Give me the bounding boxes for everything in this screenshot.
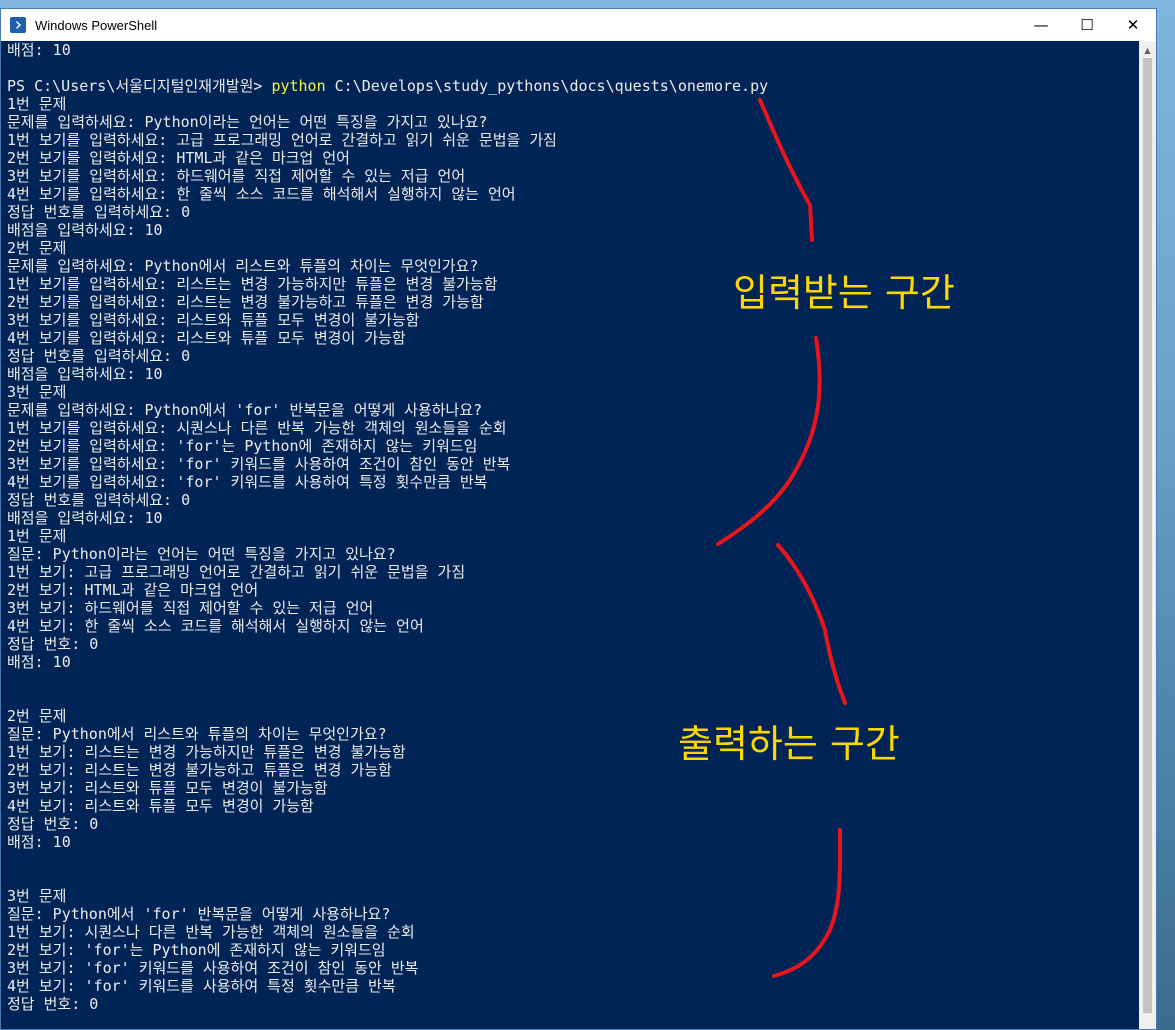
input-section-label: 입력받는 구간 — [733, 271, 955, 315]
powershell-icon — [10, 17, 26, 33]
terminal-line: 배점: 10 — [7, 41, 71, 59]
terminal-line: 1번 보기: 시퀀스나 다른 반복 가능한 객체의 원소들을 순회 — [7, 923, 415, 941]
terminal-line: 2번 보기: HTML과 같은 마크업 언어 — [7, 581, 259, 599]
terminal-line: 정답 번호를 입력하세요: 0 — [7, 491, 191, 509]
terminal-line: 배점을 입력하세요: 10 — [7, 221, 163, 239]
terminal-line: 2번 문제 — [7, 707, 67, 725]
prompt-path: PS C:\Users\서울디지털인재개발원> — [7, 77, 272, 95]
terminal-line: 3번 보기: 리스트와 튜플 모두 변경이 불가능함 — [7, 779, 328, 797]
terminal-line: 1번 보기를 입력하세요: 리스트는 변경 가능하지만 튜플은 변경 불가능함 — [7, 275, 498, 293]
close-button[interactable]: ✕ — [1110, 9, 1156, 41]
terminal-line: 3번 보기: 'for' 키워드를 사용하여 조건이 참인 동안 반복 — [7, 959, 419, 977]
output-section-label: 출력하는 구간 — [678, 722, 900, 766]
terminal-line: 정답 번호: 0 — [7, 635, 99, 653]
terminal-line: 3번 보기를 입력하세요: 리스트와 튜플 모두 변경이 불가능함 — [7, 311, 420, 329]
terminal-line: 정답 번호: 0 — [7, 995, 99, 1013]
title-bar[interactable]: Windows PowerShell — ☐ ✕ — [1, 9, 1156, 41]
powershell-window: Windows PowerShell — ☐ ✕ 배점: 10 PS C:\Use… — [0, 8, 1157, 1030]
vertical-scrollbar[interactable]: ▲ — [1139, 41, 1156, 1029]
terminal-line: 질문: Python이라는 언어는 어떤 특징을 가지고 있나요? — [7, 545, 396, 563]
terminal-line: 정답 번호를 입력하세요: 0 — [7, 203, 191, 221]
terminal-line: 문제를 입력하세요: Python에서 'for' 반복문을 어떻게 사용하나요… — [7, 401, 483, 419]
terminal-line: 배점: 10 — [7, 833, 71, 851]
terminal-line: 3번 문제 — [7, 383, 67, 401]
terminal-line: 배점을 입력하세요: 10 — [7, 365, 163, 383]
terminal-output[interactable]: 배점: 10 PS C:\Users\서울디지털인재개발원> python C:\… — [7, 41, 1134, 1029]
terminal-line: 1번 보기: 리스트는 변경 가능하지만 튜플은 변경 불가능함 — [7, 743, 406, 761]
terminal-line: 3번 보기를 입력하세요: 'for' 키워드를 사용하여 조건이 참인 동안 … — [7, 455, 511, 473]
scrollbar-thumb[interactable] — [1143, 58, 1152, 1013]
terminal-line: 4번 보기를 입력하세요: 'for' 키워드를 사용하여 특정 횟수만큼 반복 — [7, 473, 488, 491]
terminal-line: 1번 보기: 고급 프로그래밍 언어로 간결하고 읽기 쉬운 문법을 가짐 — [7, 563, 466, 581]
minimize-button[interactable]: — — [1018, 9, 1064, 41]
terminal-line: 정답 번호를 입력하세요: 0 — [7, 347, 191, 365]
terminal-line: 4번 보기: 한 줄씩 소스 코드를 해석해서 실행하지 않는 언어 — [7, 617, 424, 635]
terminal-line: 2번 보기를 입력하세요: 리스트는 변경 불가능하고 튜플은 변경 가능함 — [7, 293, 484, 311]
terminal-line: 1번 보기를 입력하세요: 시퀀스나 다른 반복 가능한 객체의 원소들을 순회 — [7, 419, 507, 437]
terminal-line: 1번 보기를 입력하세요: 고급 프로그래밍 언어로 간결하고 읽기 쉬운 문법… — [7, 131, 557, 149]
terminal-line: 정답 번호: 0 — [7, 815, 99, 833]
prompt-command: python — [271, 77, 326, 95]
terminal-line: 2번 보기를 입력하세요: 'for'는 Python에 존재하지 않는 키워드… — [7, 437, 478, 455]
terminal-line: 2번 보기: 리스트는 변경 불가능하고 튜플은 변경 가능함 — [7, 761, 392, 779]
terminal-line: 4번 보기: 리스트와 튜플 모두 변경이 가능함 — [7, 797, 314, 815]
terminal-line: 배점을 입력하세요: 10 — [7, 509, 163, 527]
terminal-line: 3번 문제 — [7, 887, 67, 905]
terminal-line: 4번 보기: 'for' 키워드를 사용하여 특정 횟수만큼 반복 — [7, 977, 396, 995]
terminal-line: 2번 문제 — [7, 239, 67, 257]
terminal-line: 문제를 입력하세요: Python에서 리스트와 튜플의 차이는 무엇인가요? — [7, 257, 479, 275]
terminal-line: 3번 보기를 입력하세요: 하드웨어를 직접 제어할 수 있는 저급 언어 — [7, 167, 466, 185]
terminal-line: 3번 보기: 하드웨어를 직접 제어할 수 있는 저급 언어 — [7, 599, 374, 617]
maximize-button[interactable]: ☐ — [1064, 9, 1110, 41]
terminal-line: 2번 보기: 'for'는 Python에 존재하지 않는 키워드임 — [7, 941, 386, 959]
scroll-up-arrow-icon[interactable]: ▲ — [1139, 43, 1156, 58]
terminal-line: 문제를 입력하세요: Python이라는 언어는 어떤 특징을 가지고 있나요? — [7, 113, 488, 131]
window-title: Windows PowerShell — [35, 17, 158, 33]
terminal-line: 배점: 10 — [7, 653, 71, 671]
window-controls: — ☐ ✕ — [1018, 9, 1156, 41]
terminal-line: 1번 문제 — [7, 95, 67, 113]
terminal-line: 1번 문제 — [7, 527, 67, 545]
terminal-line: 2번 보기를 입력하세요: HTML과 같은 마크업 언어 — [7, 149, 350, 167]
terminal-line: 4번 보기를 입력하세요: 리스트와 튜플 모두 변경이 가능함 — [7, 329, 406, 347]
terminal-line: 질문: Python에서 리스트와 튜플의 차이는 무엇인가요? — [7, 725, 387, 743]
terminal-line: 4번 보기를 입력하세요: 한 줄씩 소스 코드를 해석해서 실행하지 않는 언… — [7, 185, 516, 203]
terminal-line: 질문: Python에서 'for' 반복문을 어떻게 사용하나요? — [7, 905, 391, 923]
prompt-line: PS C:\Users\서울디지털인재개발원> python C:\Develo… — [7, 77, 1134, 95]
prompt-args: C:\Develops\study_pythons\docs\quests\on… — [325, 77, 769, 95]
